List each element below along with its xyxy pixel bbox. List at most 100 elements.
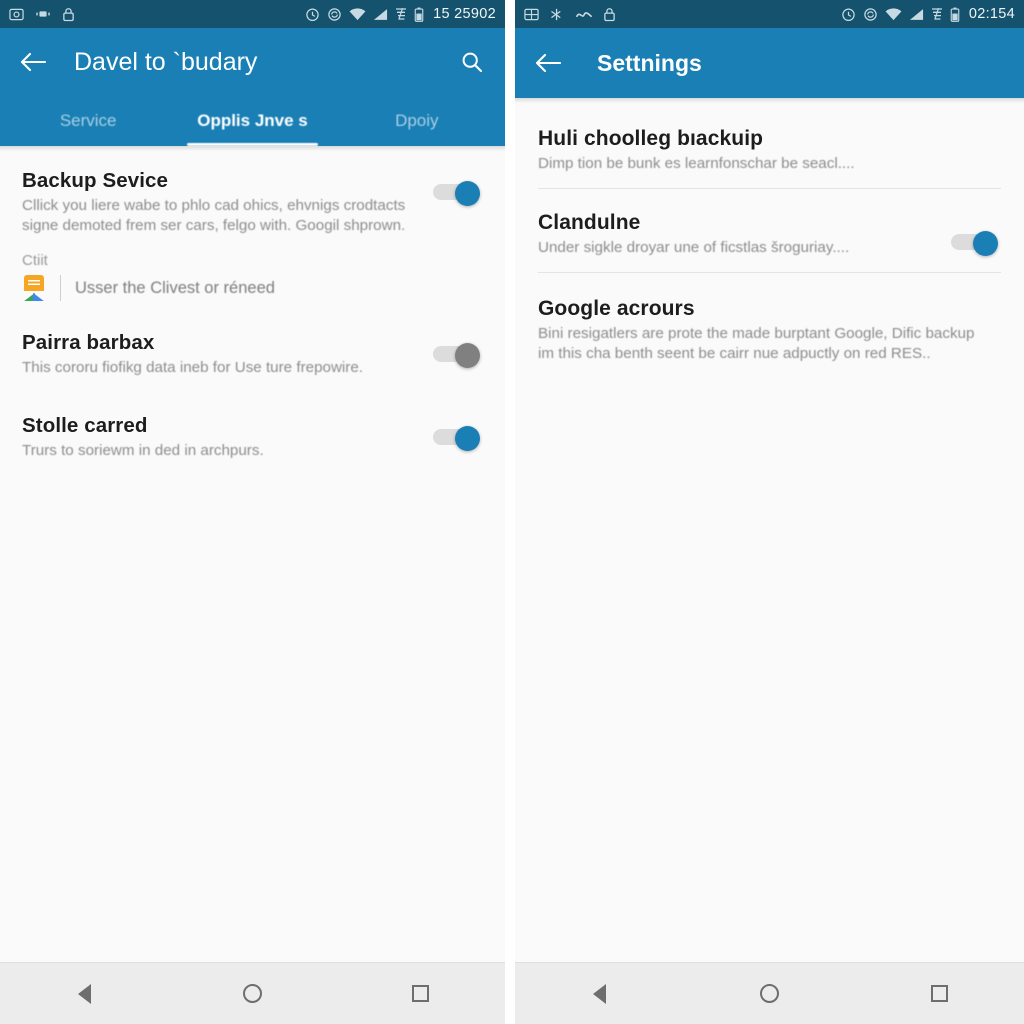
nav-back-button[interactable] bbox=[0, 983, 168, 1004]
list-item-texts: Stolle carred Trurs to soriewm in ded in… bbox=[22, 414, 433, 461]
right-status-bar-left-icons bbox=[524, 7, 616, 22]
sync-icon bbox=[863, 7, 878, 22]
list-item-title: Google acrours bbox=[538, 297, 695, 321]
google-drive-icon bbox=[22, 275, 46, 302]
left-status-clock: 15 25902 bbox=[433, 6, 496, 22]
list-item-subtitle: Trurs to soriewm in ded in archpurs. bbox=[22, 442, 264, 460]
nav-home-icon bbox=[760, 984, 779, 1003]
list-item-texts: Huli choolleg bıackuip Dimp tion be bunk… bbox=[538, 127, 1001, 174]
nav-home-button[interactable] bbox=[168, 984, 336, 1003]
right-page-title: Settnings bbox=[597, 49, 702, 76]
battery-icon bbox=[414, 7, 424, 22]
list-item-subtitle: This cororu fiofikg data ineb for Use tu… bbox=[22, 359, 364, 377]
alarm-clock-icon bbox=[841, 7, 856, 22]
wifi-icon bbox=[349, 7, 366, 21]
list-item-title: Stolle carred bbox=[22, 414, 148, 438]
lock-icon bbox=[62, 7, 75, 22]
tab-opplis-jnves-label: Opplis Jnve s bbox=[197, 111, 308, 130]
screenshot-icon bbox=[524, 7, 539, 22]
left-app-bar: Davel to `budary Service Opplis Jnve s D… bbox=[0, 28, 505, 146]
cellular-data-icon bbox=[931, 7, 943, 21]
left-settings-list: Backup Sevice Cllick you liere wabe to p… bbox=[0, 151, 505, 962]
battery-icon bbox=[950, 7, 960, 22]
toggle-knob bbox=[455, 181, 480, 206]
panel-separator bbox=[505, 0, 515, 1024]
list-item-texts: Google acrours Bini resigatlers are prot… bbox=[538, 297, 1001, 364]
back-icon[interactable] bbox=[18, 47, 48, 77]
nav-recents-button[interactable] bbox=[337, 985, 505, 1002]
backup-service-toggle[interactable] bbox=[433, 181, 483, 206]
tab-dpoiy[interactable]: Dpoiy bbox=[335, 96, 499, 146]
account-chip-block: Ctiit Usser the Clivest or réneed bbox=[0, 246, 505, 305]
dual-screenshot-comparison: 15 25902 Davel to `budary Service Opplis… bbox=[0, 0, 1024, 1024]
list-item-title: Clandulne bbox=[538, 211, 641, 235]
toggle-knob bbox=[973, 231, 998, 257]
signal-icon bbox=[373, 8, 388, 21]
left-phone-screenshot: 15 25902 Davel to `budary Service Opplis… bbox=[0, 0, 505, 1024]
list-item-title: Pairra barbax bbox=[22, 331, 155, 355]
list-item-title: Huli choolleg bıackuip bbox=[538, 127, 764, 150]
left-app-bar-row: Davel to `budary bbox=[0, 28, 505, 96]
tab-dpoiy-label: Dpoiy bbox=[395, 111, 439, 130]
back-icon[interactable] bbox=[533, 48, 563, 78]
list-item-subtitle: Under sigkle droyar une of ficstlas šrog… bbox=[538, 239, 850, 257]
list-item-texts: Backup Sevice Cllick you liere wabe to p… bbox=[22, 169, 433, 236]
pairra-barbax-toggle[interactable] bbox=[433, 343, 483, 369]
list-item-backup-service[interactable]: Backup Sevice Cllick you liere wabe to p… bbox=[0, 151, 505, 246]
left-navigation-bar bbox=[0, 962, 505, 1024]
toggle-knob bbox=[455, 343, 480, 369]
tab-service-label: Service bbox=[59, 111, 117, 130]
vibrate-icon bbox=[576, 9, 592, 19]
nav-home-icon bbox=[242, 984, 262, 1003]
nav-recents-icon bbox=[930, 985, 948, 1002]
right-app-bar: Settnings bbox=[515, 28, 1024, 98]
list-item-subtitle: Dimp tion be bunk es learnfonschar be se… bbox=[538, 155, 855, 172]
vibrate-icon bbox=[35, 9, 51, 19]
right-navigation-bar bbox=[515, 962, 1024, 1024]
clandulne-toggle[interactable] bbox=[951, 231, 1001, 257]
tab-opplis-jnves[interactable]: Opplis Jnve s bbox=[170, 96, 334, 146]
nav-back-icon bbox=[77, 983, 91, 1004]
right-status-clock: 02:154 bbox=[968, 6, 1015, 22]
lock-icon bbox=[603, 7, 616, 22]
sync-icon bbox=[327, 7, 342, 22]
cellular-data-icon bbox=[395, 7, 407, 21]
signal-icon bbox=[909, 8, 924, 21]
account-chip-row[interactable]: Usser the Clivest or réneed bbox=[22, 275, 483, 302]
list-item-subtitle: Bini resigatlers are prote the made burp… bbox=[538, 325, 975, 363]
nav-back-icon bbox=[593, 983, 607, 1004]
account-chip-label: Ctiit bbox=[22, 252, 48, 270]
tab-service[interactable]: Service bbox=[6, 96, 170, 146]
left-status-bar-left-icons bbox=[9, 7, 75, 22]
left-status-bar-right-icons: 15 25902 bbox=[305, 6, 496, 22]
list-item-pairra-barbax[interactable]: Pairra barbax This cororu fiofikg data i… bbox=[0, 305, 505, 388]
right-app-bar-row: Settnings bbox=[515, 28, 1024, 98]
list-item-title: Backup Sevice bbox=[22, 169, 169, 192]
list-item-texts: Clandulne Under sigkle droyar une of fic… bbox=[538, 211, 951, 258]
account-chip-text: Usser the Clivest or réneed bbox=[75, 278, 275, 297]
nav-recents-icon bbox=[412, 985, 430, 1002]
right-settings-list: Huli choolleg bıackuip Dimp tion be bunk… bbox=[515, 103, 1024, 962]
right-status-bar: 02:154 bbox=[515, 0, 1024, 28]
left-page-title: Davel to `budary bbox=[74, 47, 258, 76]
toggle-knob bbox=[455, 426, 480, 452]
nav-home-button[interactable] bbox=[685, 984, 855, 1003]
left-status-bar: 15 25902 bbox=[0, 0, 505, 28]
bluetooth-icon bbox=[550, 8, 565, 21]
list-item-stolle-carred[interactable]: Stolle carred Trurs to soriewm in ded in… bbox=[0, 388, 505, 471]
list-item-google-acrours[interactable]: Google acrours Bini resigatlers are prot… bbox=[515, 273, 1024, 364]
nav-recents-button[interactable] bbox=[854, 985, 1024, 1002]
wifi-icon bbox=[885, 7, 902, 21]
nav-back-button[interactable] bbox=[515, 983, 685, 1004]
list-item-subtitle: Cllick you liere wabe to phlo cad ohics,… bbox=[22, 197, 406, 235]
right-phone-screenshot: 02:154 Settnings Huli choolleg bıackuip … bbox=[515, 0, 1024, 1024]
chip-divider bbox=[60, 275, 61, 302]
list-item-texts: Pairra barbax This cororu fiofikg data i… bbox=[22, 331, 433, 378]
right-status-bar-right-icons: 02:154 bbox=[841, 6, 1015, 22]
list-item-huli-choolleg-backup[interactable]: Huli choolleg bıackuip Dimp tion be bunk… bbox=[515, 103, 1024, 174]
screenshot-icon bbox=[9, 7, 24, 22]
list-item-clandulne[interactable]: Clandulne Under sigkle droyar une of fic… bbox=[515, 189, 1024, 258]
search-icon[interactable] bbox=[457, 47, 487, 77]
left-tab-bar: Service Opplis Jnve s Dpoiy bbox=[0, 96, 505, 146]
stolle-carred-toggle[interactable] bbox=[433, 426, 483, 452]
